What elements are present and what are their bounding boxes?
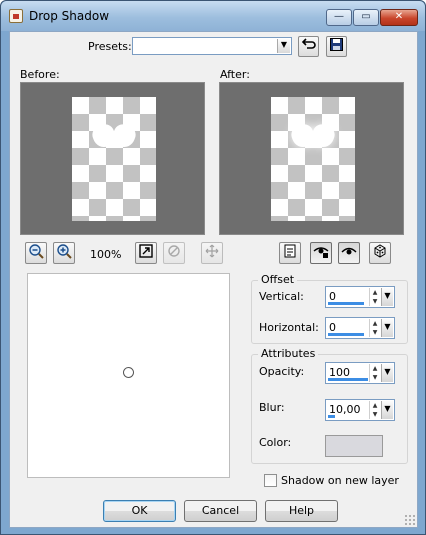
close-button[interactable]: ✕: [380, 9, 418, 26]
color-swatch[interactable]: [325, 435, 383, 457]
horizontal-up-down-icon[interactable]: ▲ ▼: [369, 319, 380, 337]
offset-handle-icon[interactable]: [123, 367, 134, 378]
attributes-group: Attributes Opacity: 100 ▲ ▼ ▼ Blur: 10,00…: [251, 347, 408, 464]
after-preview[interactable]: [219, 82, 404, 235]
offset-group: Offset Vertical: 0 ▲ ▼ ▼ Horizontal: 0 ▲ ▼…: [251, 273, 408, 344]
save-preset-icon[interactable]: [326, 36, 347, 57]
shadow-on-new-layer-checkbox[interactable]: [264, 474, 277, 487]
presets-label: Presets:: [88, 40, 132, 53]
vertical-slider-bar[interactable]: [328, 302, 364, 305]
horizontal-spinbox[interactable]: 0 ▲ ▼ ▼: [325, 317, 395, 339]
before-shape: [93, 123, 135, 151]
chevron-down-icon[interactable]: ▼: [381, 288, 393, 306]
cancel-button[interactable]: Cancel: [184, 500, 257, 522]
horizontal-label: Horizontal:: [259, 321, 319, 334]
vertical-label: Vertical:: [259, 290, 304, 303]
opacity-up-down-icon[interactable]: ▲ ▼: [369, 364, 380, 382]
transparency-checkerboard: [72, 97, 156, 221]
chevron-down-icon[interactable]: ▼: [381, 319, 393, 337]
vertical-up-down-icon[interactable]: ▲ ▼: [369, 288, 380, 306]
after-label: After:: [220, 68, 250, 81]
color-label: Color:: [259, 436, 292, 449]
proof-icon[interactable]: [163, 242, 185, 264]
dice-icon[interactable]: [369, 242, 391, 264]
zoom-in-icon[interactable]: [53, 242, 75, 264]
before-preview[interactable]: [20, 82, 205, 235]
vertical-spinbox[interactable]: 0 ▲ ▼ ▼: [325, 286, 395, 308]
ok-button[interactable]: OK: [103, 500, 176, 522]
pan-icon[interactable]: [201, 242, 223, 264]
auto-proof-icon[interactable]: [310, 242, 332, 264]
zoom-out-icon[interactable]: [25, 242, 47, 264]
window-title: Drop Shadow: [29, 9, 110, 23]
opacity-label: Opacity:: [259, 365, 305, 378]
attributes-group-title: Attributes: [258, 347, 319, 360]
minimize-button[interactable]: —: [326, 9, 352, 26]
chevron-down-icon[interactable]: ▼: [381, 401, 393, 419]
resize-grip-icon[interactable]: [404, 514, 416, 526]
chevron-down-icon[interactable]: ▼: [381, 364, 393, 382]
shadow-direction-pad[interactable]: [27, 273, 230, 478]
transparency-checkerboard: [271, 97, 355, 221]
opacity-slider-bar[interactable]: [328, 378, 368, 381]
horizontal-slider-bar[interactable]: [328, 333, 364, 336]
blur-spinbox[interactable]: 10,00 ▲ ▼ ▼: [325, 399, 395, 421]
opacity-spinbox[interactable]: 100 ▲ ▼ ▼: [325, 362, 395, 384]
dialog-client-area: Presets: ▼ Before: After: 100% Offset Ve…: [9, 31, 418, 528]
eye-icon[interactable]: [338, 242, 360, 264]
maximize-button[interactable]: ▭: [353, 9, 379, 26]
dialog-window: Drop Shadow — ▭ ✕ Presets: ▼ Before: Aft…: [0, 0, 426, 535]
zoom-level: 100%: [90, 248, 122, 261]
fit-window-icon[interactable]: [135, 242, 157, 264]
blur-slider-bar[interactable]: [328, 415, 335, 418]
presets-combo[interactable]: ▼: [132, 37, 292, 55]
title-bar[interactable]: Drop Shadow — ▭ ✕: [1, 1, 425, 31]
chevron-down-icon[interactable]: ▼: [277, 39, 290, 53]
before-label: Before:: [20, 68, 60, 81]
reset-icon[interactable]: [298, 36, 319, 57]
after-shape: [292, 123, 334, 151]
help-button[interactable]: Help: [265, 500, 338, 522]
shadow-on-new-layer-label: Shadow on new layer: [281, 474, 399, 487]
blur-label: Blur:: [259, 401, 285, 414]
preview-document-icon[interactable]: [279, 242, 301, 264]
app-icon: [9, 9, 23, 23]
blur-up-down-icon[interactable]: ▲ ▼: [369, 401, 380, 419]
offset-group-title: Offset: [258, 273, 298, 286]
